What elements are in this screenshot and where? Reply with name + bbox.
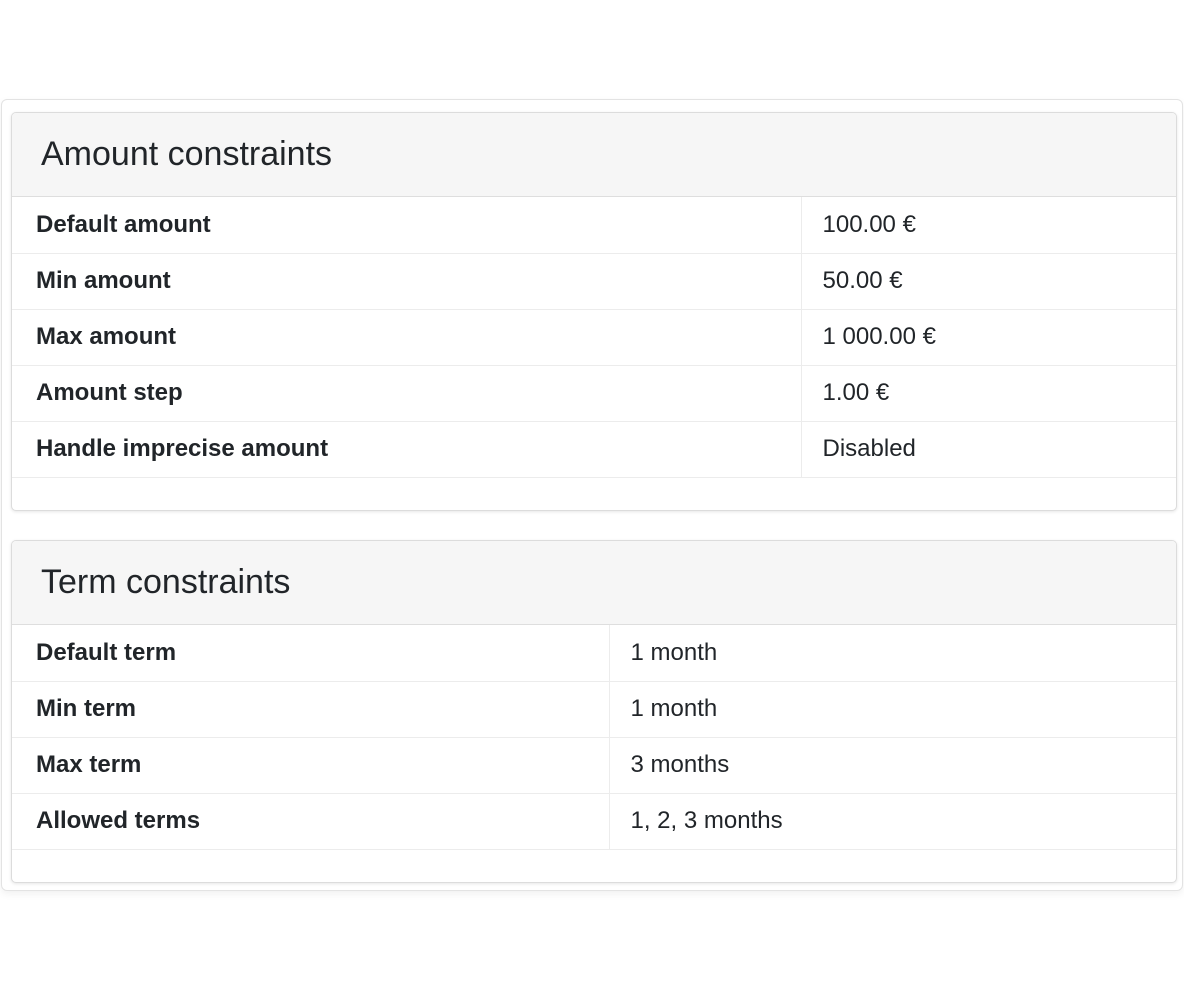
row-label: Min term	[12, 681, 610, 738]
table-row: Default term 1 month	[12, 625, 1176, 682]
row-value: 1 000.00 €	[801, 309, 1176, 366]
amount-constraints-panel: Amount constraints Default amount 100.00…	[11, 112, 1177, 511]
amount-constraints-title: Amount constraints	[41, 135, 333, 173]
term-constraints-title: Term constraints	[41, 563, 291, 601]
row-label: Allowed terms	[12, 793, 610, 850]
table-row: Handle imprecise amount Disabled	[12, 421, 1176, 478]
amount-constraints-header: Amount constraints	[12, 113, 1176, 197]
row-value: 1.00 €	[801, 365, 1176, 422]
row-value: Disabled	[801, 421, 1176, 478]
table-row: Max term 3 months	[12, 737, 1176, 794]
row-label: Default term	[12, 625, 610, 682]
table-row: Max amount 1 000.00 €	[12, 309, 1176, 366]
term-constraints-table: Default term 1 month Min term 1 month Ma…	[12, 625, 1176, 850]
row-label: Handle imprecise amount	[12, 421, 802, 478]
row-value: 50.00 €	[801, 253, 1176, 310]
table-row: Min term 1 month	[12, 681, 1176, 738]
term-constraints-panel: Term constraints Default term 1 month Mi…	[11, 540, 1177, 883]
row-value: 1 month	[609, 625, 1176, 682]
table-row: Allowed terms 1, 2, 3 months	[12, 793, 1176, 850]
row-value: 1, 2, 3 months	[609, 793, 1176, 850]
constraints-container: Amount constraints Default amount 100.00…	[1, 99, 1183, 891]
row-label: Max term	[12, 737, 610, 794]
row-label: Amount step	[12, 365, 802, 422]
row-label: Default amount	[12, 197, 802, 254]
term-constraints-header: Term constraints	[12, 541, 1176, 625]
row-label: Max amount	[12, 309, 802, 366]
row-value: 3 months	[609, 737, 1176, 794]
table-row: Min amount 50.00 €	[12, 253, 1176, 310]
row-label: Min amount	[12, 253, 802, 310]
table-row: Amount step 1.00 €	[12, 365, 1176, 422]
amount-constraints-table: Default amount 100.00 € Min amount 50.00…	[12, 197, 1176, 478]
row-value: 1 month	[609, 681, 1176, 738]
row-value: 100.00 €	[801, 197, 1176, 254]
table-row: Default amount 100.00 €	[12, 197, 1176, 254]
